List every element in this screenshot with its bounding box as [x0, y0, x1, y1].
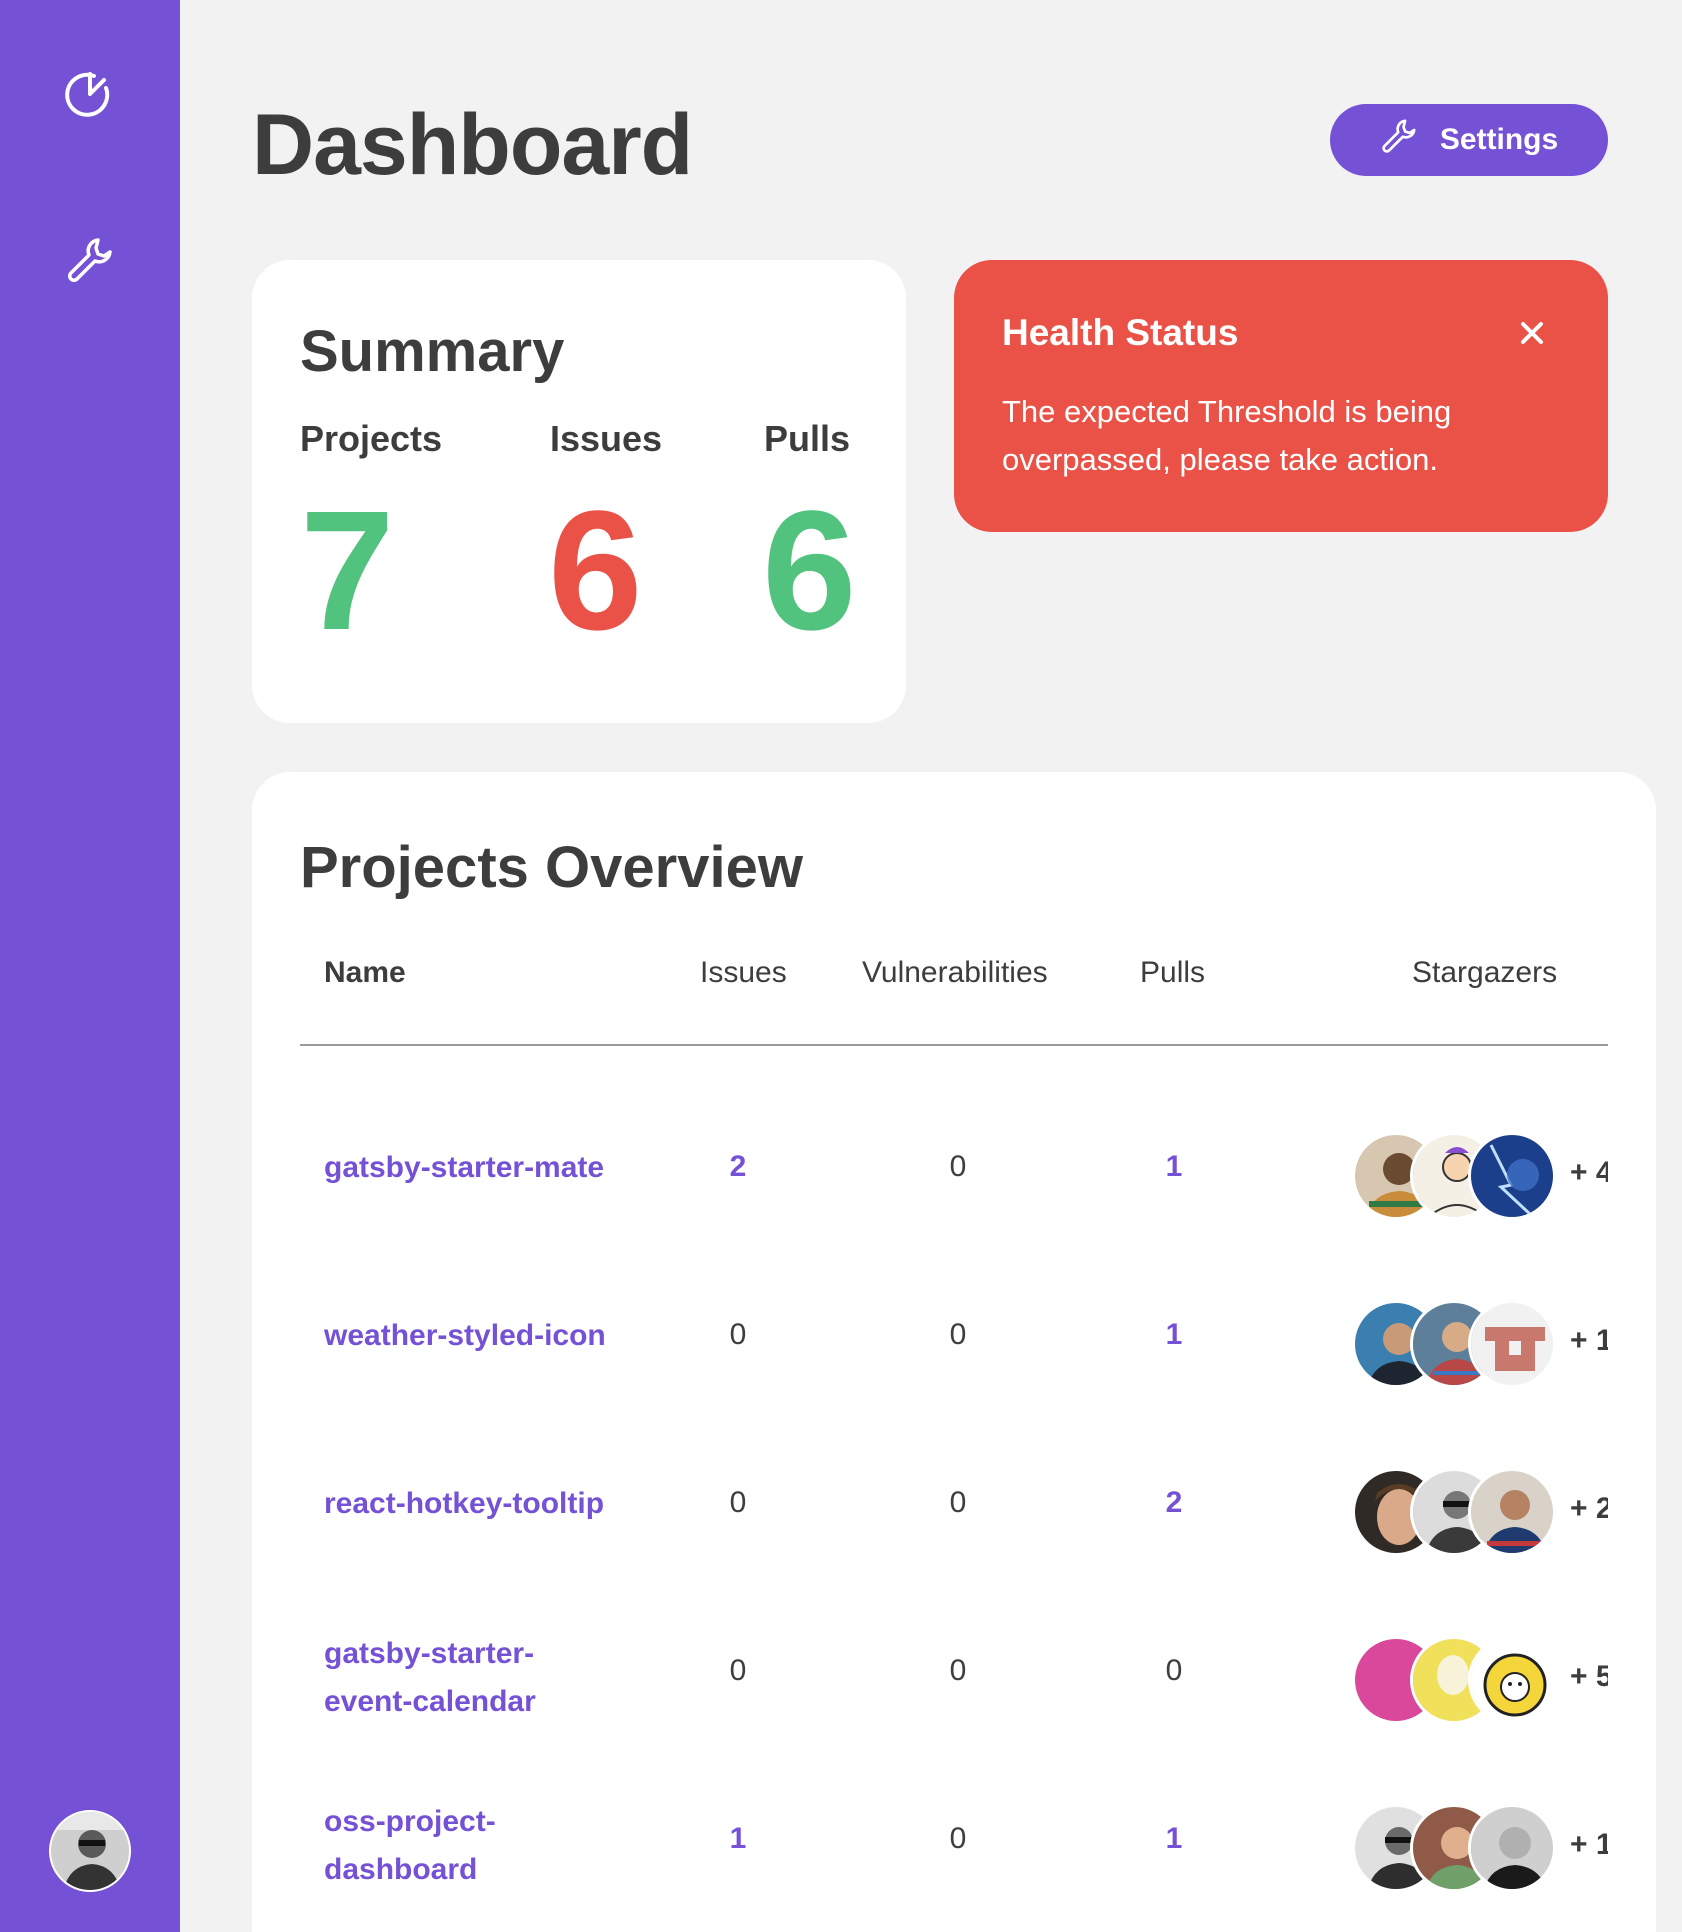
- metric-value-issues: 6: [548, 476, 643, 666]
- issues-count: 0: [729, 1318, 747, 1351]
- table-row: react-hotkey-tooltip 0 0 2 + 2: [300, 1418, 1608, 1586]
- pulls-count[interactable]: 1: [1134, 1318, 1214, 1352]
- stargazer-avatar[interactable]: [1468, 1636, 1556, 1724]
- user-avatar[interactable]: [49, 1810, 131, 1892]
- pulls-count[interactable]: 1: [1134, 1822, 1214, 1856]
- pulls-count: 0: [1165, 1654, 1183, 1687]
- project-link[interactable]: react-hotkey-tooltip: [324, 1480, 644, 1528]
- stargazer-avatar[interactable]: [1468, 1132, 1556, 1220]
- stargazer-avatar[interactable]: [1468, 1804, 1556, 1892]
- health-status-title: Health Status: [1002, 312, 1239, 353]
- pie-chart-icon[interactable]: [62, 66, 118, 122]
- issues-count[interactable]: 1: [698, 1822, 778, 1856]
- stargazers: + 2: [1352, 1468, 1608, 1556]
- project-link[interactable]: gatsby-starter-event-calendar: [324, 1630, 584, 1726]
- column-header-stargazers: Stargazers: [1412, 956, 1558, 989]
- vulnerabilities-count: 0: [949, 1822, 967, 1855]
- projects-overview-card: Projects Overview Name Issues Vulnerabil…: [252, 772, 1656, 1932]
- issues-count: 0: [729, 1654, 747, 1687]
- summary-card: Summary Projects Issues Pulls 7 6 6: [252, 260, 906, 723]
- stargazer-avatar[interactable]: [1468, 1468, 1556, 1556]
- settings-button[interactable]: Settings: [1330, 104, 1608, 176]
- table-row: weather-styled-icon 0 0 1 + 1: [300, 1250, 1608, 1418]
- close-icon[interactable]: [1513, 314, 1551, 352]
- column-header-pulls: Pulls: [1140, 956, 1206, 989]
- metric-label-pulls: Pulls: [764, 418, 851, 459]
- settings-label: Settings: [1439, 123, 1559, 156]
- table-header: Name Issues Vulnerabilities Pulls Starga…: [300, 956, 1608, 1016]
- stargazers-more-count: + 4: [1570, 1156, 1608, 1189]
- stargazers-more-count: + 1: [1570, 1828, 1608, 1861]
- vulnerabilities-count: 0: [949, 1654, 967, 1687]
- table-header-divider: [300, 1044, 1608, 1046]
- wrench-icon[interactable]: [62, 232, 118, 288]
- summary-title: Summary: [300, 319, 565, 384]
- table-row: gatsby-starter-event-calendar 0 0 0 + 5: [300, 1586, 1608, 1754]
- vulnerabilities-count: 0: [949, 1150, 967, 1183]
- stargazers: + 1: [1352, 1804, 1608, 1892]
- issues-count[interactable]: 2: [698, 1150, 778, 1184]
- health-status-card: Health Status The expected Threshold is …: [954, 260, 1608, 532]
- page-title: Dashboard: [252, 97, 693, 193]
- stargazers: + 5: [1352, 1636, 1608, 1724]
- stargazer-avatar[interactable]: [1468, 1300, 1556, 1388]
- pulls-count[interactable]: 2: [1134, 1486, 1214, 1520]
- stargazers-more-count: + 1: [1570, 1324, 1608, 1357]
- column-header-vulnerabilities: Vulnerabilities: [862, 956, 1048, 989]
- column-header-issues: Issues: [700, 956, 787, 989]
- table-row: gatsby-starter-mate 2 0 1 + 4: [300, 1082, 1608, 1250]
- table-row: oss-project-dashboard 1 0 1 + 1: [300, 1754, 1608, 1922]
- stargazers: + 1: [1352, 1300, 1608, 1388]
- sidebar: [0, 0, 180, 1932]
- stargazers-more-count: + 2: [1570, 1492, 1608, 1525]
- stargazers: + 4: [1352, 1132, 1608, 1220]
- metric-value-projects: 7: [300, 476, 395, 666]
- metric-label-issues: Issues: [550, 418, 663, 459]
- project-link[interactable]: weather-styled-icon: [324, 1312, 644, 1360]
- project-link[interactable]: oss-project-dashboard: [324, 1798, 524, 1894]
- pulls-count[interactable]: 1: [1134, 1150, 1214, 1184]
- projects-overview-title: Projects Overview: [300, 835, 803, 900]
- health-status-message: The expected Threshold is being overpass…: [1002, 394, 1452, 477]
- vulnerabilities-count: 0: [949, 1486, 967, 1519]
- metric-value-pulls: 6: [762, 476, 857, 666]
- wrench-icon: [1380, 117, 1418, 163]
- metric-label-projects: Projects: [300, 418, 443, 459]
- stargazers-more-count: + 5: [1570, 1660, 1608, 1693]
- column-header-name: Name: [324, 956, 406, 989]
- project-link[interactable]: gatsby-starter-mate: [324, 1144, 644, 1192]
- vulnerabilities-count: 0: [949, 1318, 967, 1351]
- issues-count: 0: [729, 1486, 747, 1519]
